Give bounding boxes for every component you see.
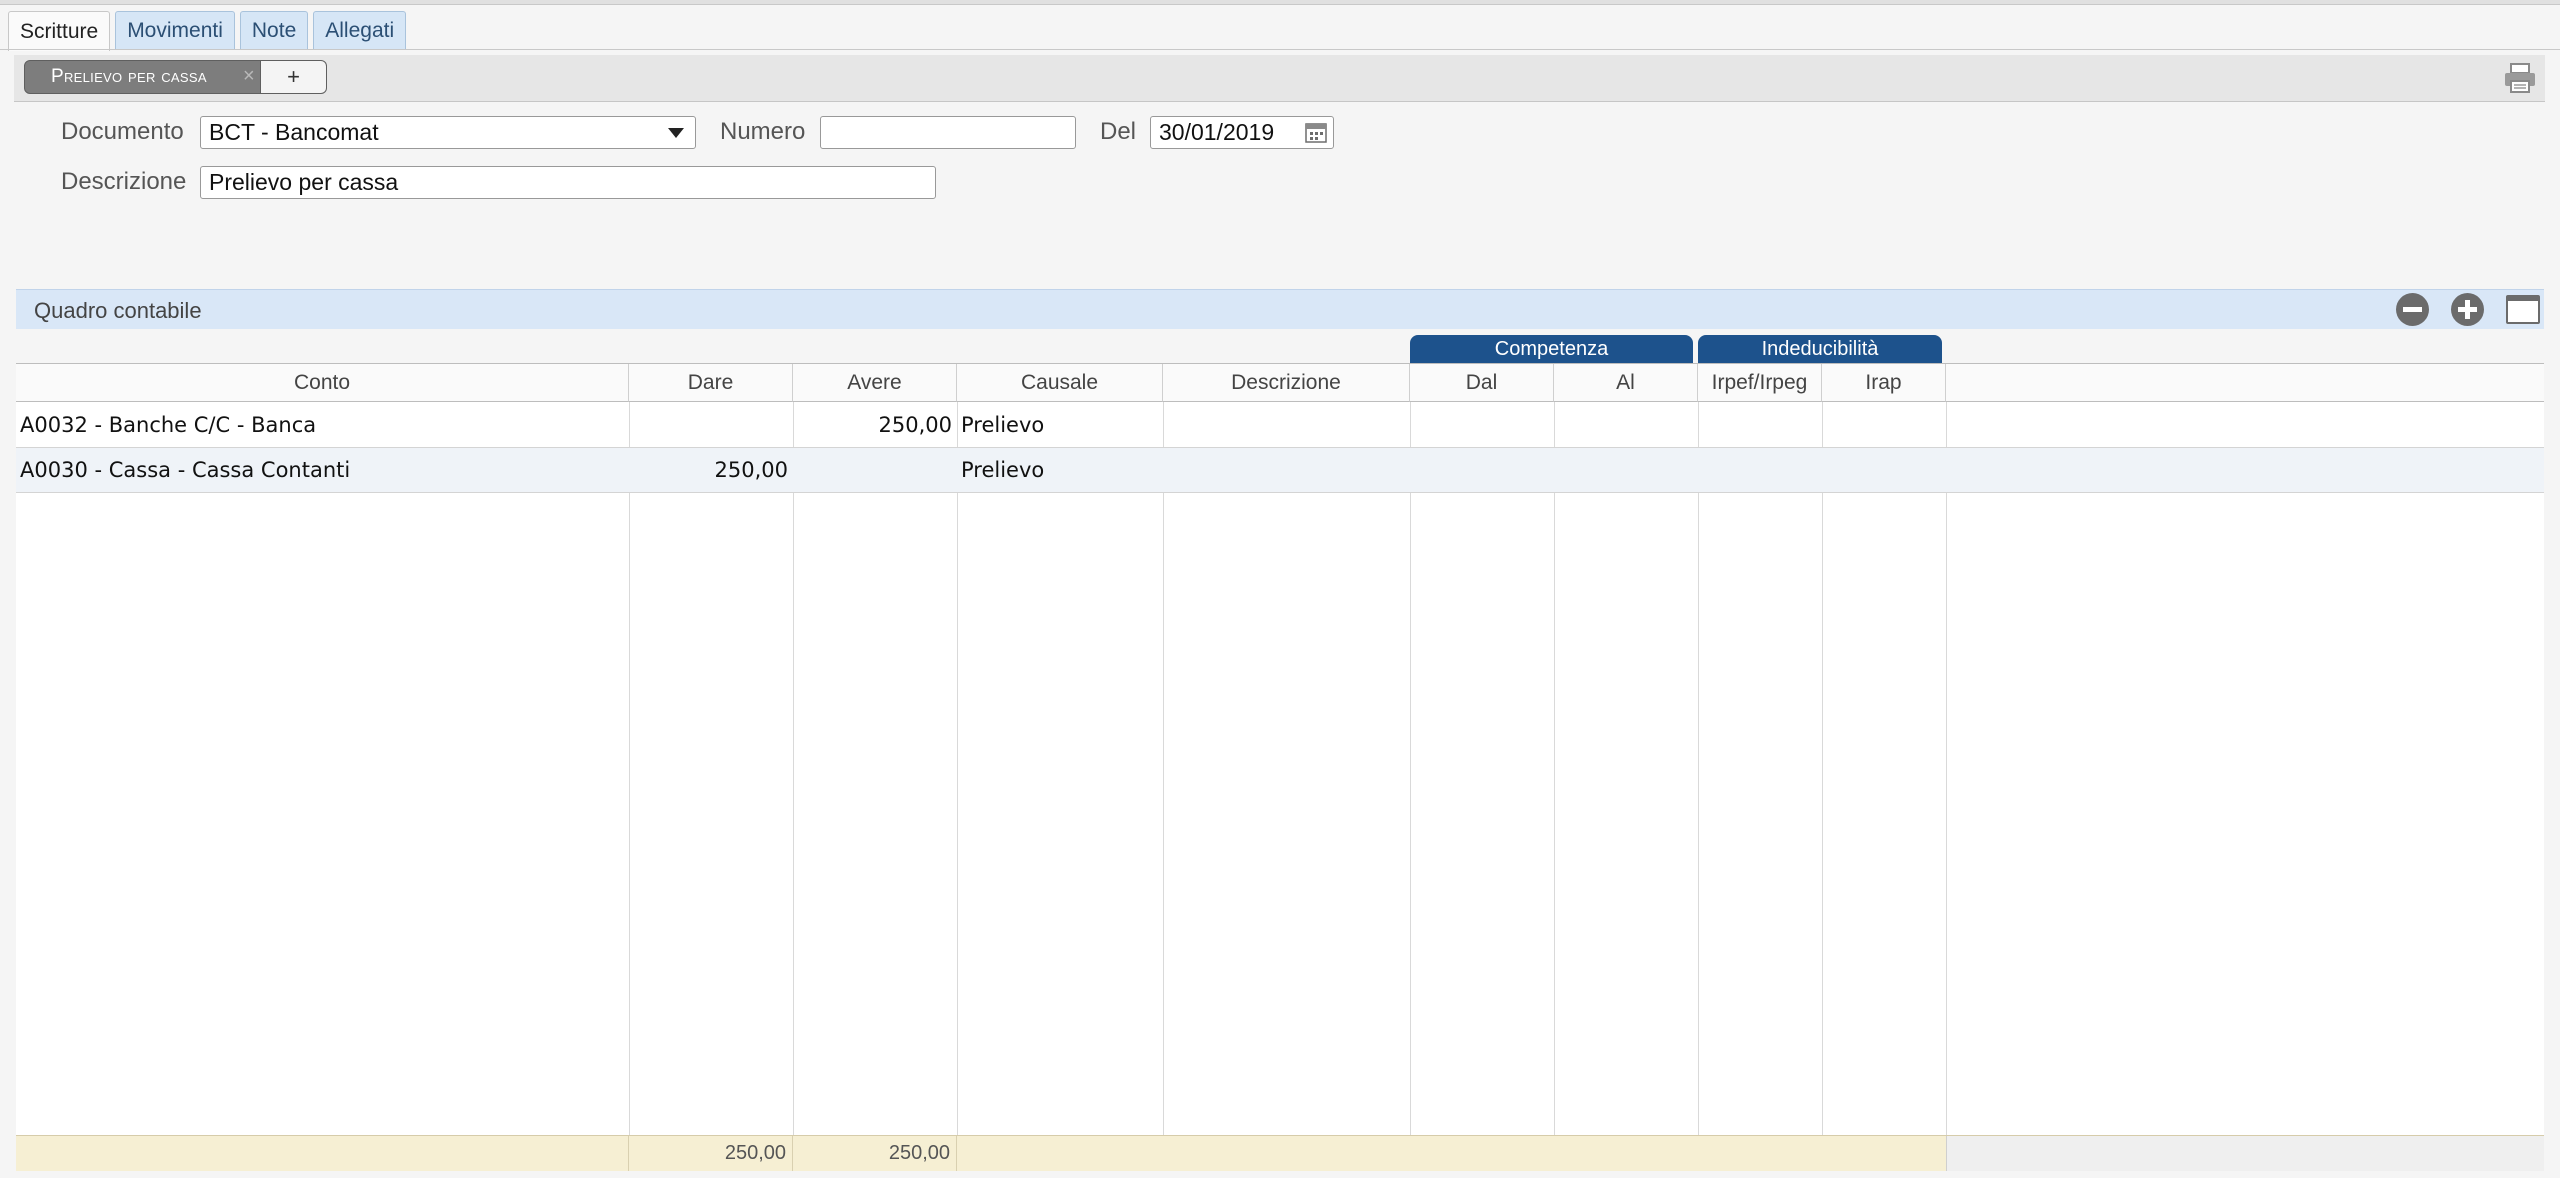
main-tabs: Scritture Movimenti Note Allegati: [8, 11, 407, 51]
cell-descrizione[interactable]: [1163, 448, 1410, 492]
descrizione-label: Descrizione: [61, 168, 187, 195]
cell-avere[interactable]: 250,00: [793, 403, 957, 447]
del-label: Del: [1100, 118, 1137, 145]
totals-row: 250,00 250,00: [16, 1135, 2544, 1171]
column-header-dare[interactable]: Dare: [629, 364, 793, 402]
column-divider: [629, 402, 630, 1135]
table-row[interactable]: A0032 - Banche C/C - Banca 250,00 Prelie…: [16, 403, 2544, 447]
column-divider: [1822, 402, 1823, 1135]
date-value: 30/01/2019: [1159, 119, 1275, 145]
tab-note[interactable]: Note: [239, 11, 309, 49]
descrizione-field[interactable]: Prelievo per cassa: [200, 166, 936, 199]
panel-toolbar: [2396, 293, 2544, 326]
totals-filler: [1946, 1136, 2544, 1171]
totals-label-cell: [16, 1136, 629, 1171]
cell-al[interactable]: [1554, 448, 1698, 492]
cell-irap[interactable]: [1822, 448, 1946, 492]
calendar-icon[interactable]: [1305, 121, 1327, 143]
add-document-button[interactable]: +: [261, 60, 327, 94]
column-divider: [793, 402, 794, 1135]
column-divider: [957, 402, 958, 1135]
accounting-grid: Conto Dare Avere Causale Descrizione Dal…: [16, 363, 2544, 1171]
cell-causale[interactable]: Prelievo: [957, 448, 1163, 492]
numero-label: Numero: [720, 118, 806, 145]
cell-al[interactable]: [1554, 403, 1698, 447]
plus-circle-icon[interactable]: [2451, 293, 2484, 326]
cell-irpef[interactable]: [1698, 403, 1822, 447]
column-header-conto[interactable]: Conto: [16, 364, 629, 402]
cell-irpef[interactable]: [1698, 448, 1822, 492]
cell-causale[interactable]: Prelievo: [957, 403, 1163, 447]
total-dare: 250,00: [629, 1136, 793, 1171]
total-avere: 250,00: [793, 1136, 957, 1171]
quadro-contabile-header: Quadro contabile: [16, 289, 2544, 329]
cell-dal[interactable]: [1410, 448, 1554, 492]
column-divider: [1946, 402, 1947, 1135]
chevron-down-icon[interactable]: [657, 117, 695, 148]
column-header-dal[interactable]: Dal: [1410, 364, 1554, 402]
column-divider: [1554, 402, 1555, 1135]
panel-title: Quadro contabile: [34, 298, 202, 323]
documento-label: Documento: [61, 118, 184, 145]
column-header-descrizione[interactable]: Descrizione: [1163, 364, 1410, 402]
tab-movimenti[interactable]: Movimenti: [115, 11, 235, 49]
column-divider: [1410, 402, 1411, 1135]
column-header-filler: [1946, 364, 2544, 402]
cell-descrizione[interactable]: [1163, 403, 1410, 447]
column-header-irpef[interactable]: Irpef/Irpeg: [1698, 364, 1822, 402]
window-icon[interactable]: [2506, 295, 2540, 324]
printer-icon[interactable]: [2503, 61, 2537, 95]
document-tab-label: Prelievo per cassa: [51, 66, 207, 87]
tab-scritture[interactable]: Scritture: [8, 11, 111, 51]
document-toolbar: Prelievo per cassa × +: [14, 55, 2545, 102]
cell-dare[interactable]: [629, 403, 793, 447]
column-header-causale[interactable]: Causale: [957, 364, 1163, 402]
tabs-divider: [0, 49, 2560, 50]
row-separator: [16, 492, 2544, 493]
numero-field[interactable]: [820, 116, 1076, 149]
cell-conto[interactable]: A0032 - Banche C/C - Banca: [16, 403, 629, 447]
cell-avere[interactable]: [793, 448, 957, 492]
cell-conto[interactable]: A0030 - Cassa - Cassa Contanti: [16, 448, 629, 492]
group-competenza: Competenza: [1410, 335, 1693, 363]
documento-select[interactable]: BCT - Bancomat: [200, 116, 696, 149]
group-indeducibilita: Indeducibilità: [1698, 335, 1942, 363]
cell-dal[interactable]: [1410, 403, 1554, 447]
column-header-al[interactable]: Al: [1554, 364, 1698, 402]
cell-dare[interactable]: 250,00: [629, 448, 793, 492]
column-divider: [1698, 402, 1699, 1135]
document-tab[interactable]: Prelievo per cassa ×: [24, 60, 261, 94]
column-divider: [1163, 402, 1164, 1135]
column-header-irap[interactable]: Irap: [1822, 364, 1946, 402]
documento-value: BCT - Bancomat: [209, 119, 379, 145]
table-row[interactable]: A0030 - Cassa - Cassa Contanti 250,00 Pr…: [16, 448, 2544, 492]
tab-allegati[interactable]: Allegati: [313, 11, 407, 49]
minus-circle-icon[interactable]: [2396, 293, 2429, 326]
date-field[interactable]: 30/01/2019: [1150, 116, 1334, 149]
close-icon[interactable]: ×: [243, 65, 255, 88]
window-top-border: [0, 0, 2560, 5]
column-header-avere[interactable]: Avere: [793, 364, 957, 402]
cell-irap[interactable]: [1822, 403, 1946, 447]
